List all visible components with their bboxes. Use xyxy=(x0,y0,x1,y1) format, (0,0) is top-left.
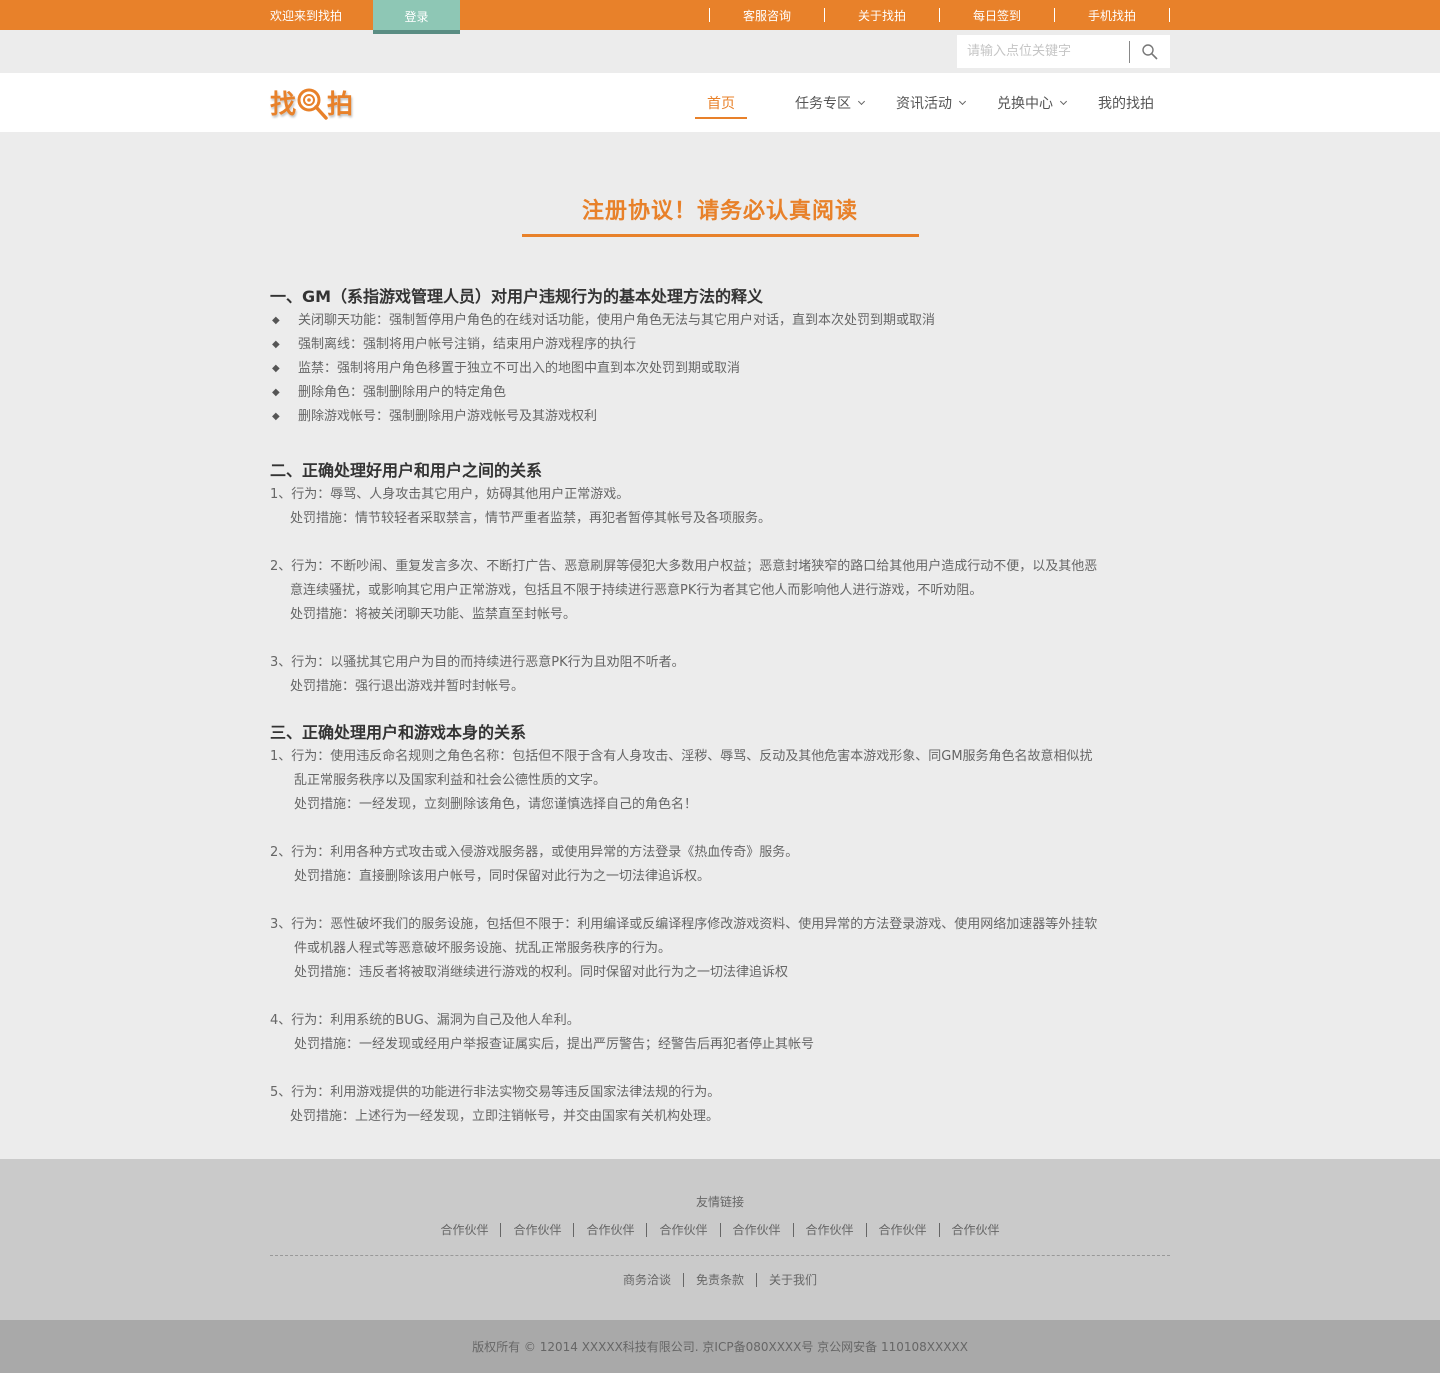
section-heading: 三、正确处理用户和游戏本身的关系 xyxy=(270,723,527,742)
rule-line: 意连续骚扰，或影响其它用户正常游戏，包括且不限于持续进行恶意PK行为者其它他人而… xyxy=(290,583,983,598)
partner-link[interactable]: 合作伙伴 xyxy=(794,1223,866,1237)
diamond-bullet-icon: ◆ xyxy=(272,363,280,374)
section-gm: 一、GM（系指游戏管理人员）对用户违规行为的基本处理方法的释义 ◆ 关闭聊天功能：… xyxy=(270,285,1170,429)
rule-paragraph: 1、行为：辱骂、人身攻击其它用户，妨碍其他用户正常游戏。 处罚措施：情节较轻者采… xyxy=(270,483,1170,699)
title-underline xyxy=(521,234,919,237)
rule-paragraph: 1、行为：使用违反命名规则之角色名称：包括但不限于含有人身攻击、淫秽、辱骂、反动… xyxy=(270,745,1170,1129)
footer: 友情链接 合作伙伴 合作伙伴 合作伙伴 合作伙伴 合作伙伴 合作伙伴 合作伙伴 … xyxy=(0,1159,1440,1320)
nav-exchange[interactable]: 兑换中心 xyxy=(985,73,1078,132)
penalty-line: 处罚措施：一经发现，立刻删除该角色，请您谨慎选择自己的角色名！ xyxy=(294,797,698,812)
nav-my[interactable]: 我的找拍 xyxy=(1086,73,1170,132)
rule-line: 3、行为：恶性破坏我们的服务设施，包括但不限于：利用编译或反编译程序修改游戏资料… xyxy=(270,917,1098,932)
site-logo[interactable]: 找 拍 xyxy=(270,73,354,132)
top-bar: 欢迎来到找拍 登录 客服咨询 关于找拍 每日签到 手机找拍 xyxy=(0,0,1440,34)
welcome-text: 欢迎来到找拍 xyxy=(270,9,343,23)
nav-tasks[interactable]: 任务专区 xyxy=(783,73,876,132)
nav-exchange-label: 兑换中心 xyxy=(997,95,1053,112)
logo-text-right: 拍 xyxy=(327,90,355,120)
footer-links: 商务洽谈 免责条款 关于我们 xyxy=(270,1270,1170,1290)
rule-line: 乱正常服务秩序以及国家利益和社会公德性质的文字。 xyxy=(294,773,607,788)
list-item: ◆ 删除角色：强制删除用户的特定角色 xyxy=(270,381,1170,405)
footer-link-about[interactable]: 关于我们 xyxy=(757,1273,829,1287)
copyright: 版权所有 © 12014 XXXXX科技有限公司. 京ICP备080XXXX号 … xyxy=(0,1320,1440,1373)
list-item: ◆ 监禁：强制将用户角色移置于独立不可出入的地图中直到本次处罚到期或取消 xyxy=(270,357,1170,381)
rule-line: 2、行为：利用各种方式攻击或入侵游戏服务器，或使用异常的方法登录《热血传奇》服务… xyxy=(270,845,799,860)
top-link-checkin[interactable]: 每日签到 xyxy=(940,7,1054,24)
search-button[interactable] xyxy=(1130,35,1170,68)
footer-link-disclaimer[interactable]: 免责条款 xyxy=(684,1273,756,1287)
nav-home-label: 首页 xyxy=(707,95,735,112)
chevron-down-icon xyxy=(857,97,866,105)
login-button[interactable]: 登录 xyxy=(373,0,460,34)
top-link-about[interactable]: 关于找拍 xyxy=(825,7,939,24)
partner-link[interactable]: 合作伙伴 xyxy=(428,1223,500,1237)
list-item: ◆ 关闭聊天功能：强制暂停用户角色的在线对话功能，使用户角色无法与其它用户对话，直… xyxy=(270,309,1170,333)
partner-link[interactable]: 合作伙伴 xyxy=(867,1223,939,1237)
nav-my-label: 我的找拍 xyxy=(1098,95,1154,112)
penalty-line: 处罚措施：强行退出游戏并暂时封帐号。 xyxy=(290,679,525,694)
magnifier-logo-icon xyxy=(297,88,328,120)
diamond-bullet-icon: ◆ xyxy=(272,339,280,350)
footer-link-business[interactable]: 商务洽谈 xyxy=(611,1273,683,1287)
rule-line: 5、行为：利用游戏提供的功能进行非法实物交易等违反国家法律法规的行为。 xyxy=(270,1085,721,1100)
partner-link[interactable]: 合作伙伴 xyxy=(647,1223,719,1237)
list-item-text: 删除游戏帐号：强制删除用户游戏帐号及其游戏权利 xyxy=(298,409,598,424)
divider xyxy=(1169,8,1170,22)
nav-news[interactable]: 资讯活动 xyxy=(884,73,977,132)
top-links: 客服咨询 关于找拍 每日签到 手机找拍 xyxy=(709,0,1170,30)
main-nav: 首页 任务专区 资讯活动 兑换中心 我的找拍 xyxy=(695,73,1170,132)
penalty-line: 处罚措施：违反者将被取消继续进行游戏的权利。同时保留对此行为之一切法律追诉权 xyxy=(294,965,789,980)
partner-link[interactable]: 合作伙伴 xyxy=(721,1223,793,1237)
partner-link[interactable]: 合作伙伴 xyxy=(574,1223,646,1237)
page-title: 注册协议！请务必认真阅读 xyxy=(581,199,858,224)
nav-home[interactable]: 首页 xyxy=(695,73,747,132)
rule-line: 1、行为：辱骂、人身攻击其它用户，妨碍其他用户正常游戏。 xyxy=(270,487,630,502)
list-item-text: 监禁：强制将用户角色移置于独立不可出入的地图中直到本次处罚到期或取消 xyxy=(298,361,741,376)
nav-tasks-label: 任务专区 xyxy=(795,95,851,112)
rule-line: 件或机器人程式等恶意破坏服务设施、扰乱正常服务秩序的行为。 xyxy=(294,941,672,956)
penalty-line: 处罚措施：将被关闭聊天功能、监禁直至封帐号。 xyxy=(290,607,577,622)
section-heading: 二、正确处理好用户和用户之间的关系 xyxy=(270,461,543,480)
partner-links: 合作伙伴 合作伙伴 合作伙伴 合作伙伴 合作伙伴 合作伙伴 合作伙伴 合作伙伴 xyxy=(270,1220,1170,1240)
dotted-divider xyxy=(270,1255,1170,1256)
penalty-line: 处罚措施：一经发现或经用户举报查证属实后，提出严厉警告；经警告后再犯者停止其帐号 xyxy=(294,1037,815,1052)
chevron-down-icon xyxy=(1059,97,1068,105)
partner-link[interactable]: 合作伙伴 xyxy=(501,1223,573,1237)
section-game-relations: 三、正确处理用户和游戏本身的关系 1、行为：使用违反命名规则之角色名称：包括但不… xyxy=(270,721,1170,1129)
penalty-line: 处罚措施：上述行为一经发现，立即注销帐号，并交由国家有关机构处理。 xyxy=(290,1109,720,1124)
header: 找 拍 首页 任务专区 资讯活动 兑换中心 我的找拍 xyxy=(0,73,1440,132)
search-strip xyxy=(0,30,1440,73)
search-icon xyxy=(1142,43,1158,60)
partner-link[interactable]: 合作伙伴 xyxy=(940,1223,1012,1237)
search-box xyxy=(957,35,1170,68)
top-link-mobile[interactable]: 手机找拍 xyxy=(1055,7,1169,24)
main-content: 注册协议！请务必认真阅读 一、GM（系指游戏管理人员）对用户违规行为的基本处理方… xyxy=(0,132,1440,1146)
diamond-bullet-icon: ◆ xyxy=(272,387,280,398)
penalty-line: 处罚措施：情节较轻者采取禁言，情节严重者监禁，再犯者暂停其帐号及各项服务。 xyxy=(290,511,772,526)
section-user-relations: 二、正确处理好用户和用户之间的关系 1、行为：辱骂、人身攻击其它用户，妨碍其他用… xyxy=(270,459,1170,699)
logo-text-left: 找 xyxy=(270,90,298,120)
nav-news-label: 资讯活动 xyxy=(896,95,952,112)
rule-line: 4、行为：利用系统的BUG、漏洞为自己及他人牟利。 xyxy=(270,1013,580,1028)
diamond-bullet-icon: ◆ xyxy=(272,315,280,326)
rule-line: 1、行为：使用违反命名规则之角色名称：包括但不限于含有人身攻击、淫秽、辱骂、反动… xyxy=(270,749,1093,764)
diamond-bullet-icon: ◆ xyxy=(272,411,280,422)
top-link-support[interactable]: 客服咨询 xyxy=(710,7,824,24)
list-item: ◆ 删除游戏帐号：强制删除用户游戏帐号及其游戏权利 xyxy=(270,405,1170,429)
bullet-list: ◆ 关闭聊天功能：强制暂停用户角色的在线对话功能，使用户角色无法与其它用户对话，直… xyxy=(270,309,1170,429)
rule-line: 3、行为：以骚扰其它用户为目的而持续进行恶意PK行为且劝阻不听者。 xyxy=(270,655,685,670)
chevron-down-icon xyxy=(958,97,967,105)
search-input[interactable] xyxy=(957,35,1129,68)
section-heading: 一、GM（系指游戏管理人员）对用户违规行为的基本处理方法的释义 xyxy=(270,287,764,306)
list-item-text: 删除角色：强制删除用户的特定角色 xyxy=(298,385,507,400)
list-item: ◆ 强制离线：强制将用户帐号注销，结束用户游戏程序的执行 xyxy=(270,333,1170,357)
friend-links-title: 友情链接 xyxy=(695,1195,744,1209)
list-item-text: 关闭聊天功能：强制暂停用户角色的在线对话功能，使用户角色无法与其它用户对话，直到… xyxy=(298,313,936,328)
rule-line: 2、行为：不断吵闹、重复发言多次、不断打广告、恶意刷屏等侵犯大多数用户权益；恶意… xyxy=(270,559,1098,574)
penalty-line: 处罚措施：直接删除该用户帐号，同时保留对此行为之一切法律追诉权。 xyxy=(294,869,711,884)
list-item-text: 强制离线：强制将用户帐号注销，结束用户游戏程序的执行 xyxy=(298,337,637,352)
